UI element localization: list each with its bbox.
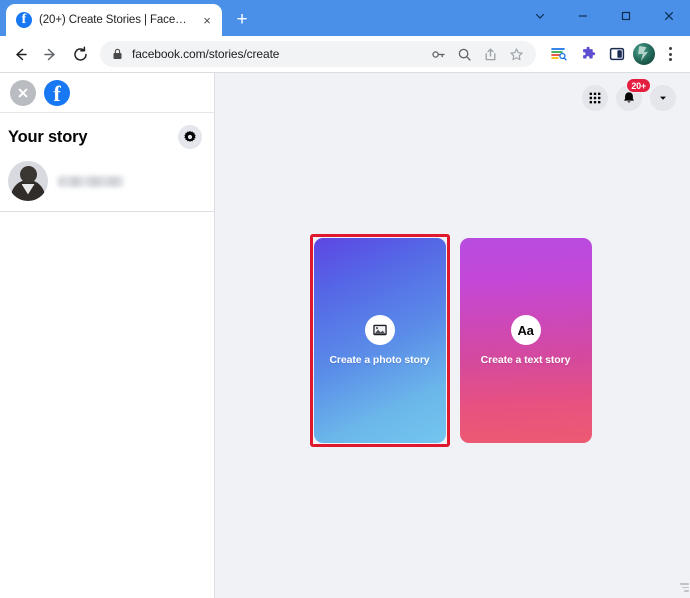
lock-icon[interactable] (110, 48, 124, 60)
title-bar: (20+) Create Stories | Facebook × + (0, 0, 690, 36)
omnibox-actions (426, 42, 528, 66)
window-maximize-icon[interactable] (604, 0, 647, 32)
account-dropdown-icon[interactable] (650, 85, 676, 111)
facebook-favicon-icon (16, 10, 32, 29)
window-controls (518, 0, 690, 32)
sidebar-top-bar (0, 73, 214, 113)
bookmark-star-icon[interactable] (504, 42, 528, 66)
address-bar[interactable]: facebook.com/stories/create (100, 41, 536, 67)
address-bar-url: facebook.com/stories/create (132, 47, 280, 61)
notifications-bell-icon[interactable]: 20+ (616, 78, 651, 111)
window-minimize-icon[interactable] (561, 0, 604, 32)
create-photo-story-card[interactable]: Create a photo story (309, 234, 450, 447)
page-viewport: Your story (0, 72, 690, 598)
avatar (8, 161, 48, 201)
create-text-story-card[interactable]: Aa Create a text story (459, 238, 592, 443)
window-close-icon[interactable] (647, 0, 690, 32)
photo-story-label: Create a photo story (329, 354, 430, 366)
reading-list-extension-icon[interactable] (546, 41, 572, 67)
story-user-row[interactable] (0, 155, 214, 211)
browser-tab[interactable]: (20+) Create Stories | Facebook × (6, 4, 222, 36)
facebook-logo-icon[interactable] (44, 79, 70, 109)
tab-close-icon[interactable]: × (198, 11, 216, 29)
user-name-redacted (58, 175, 124, 187)
chrome-menu-kebab-icon[interactable] (658, 41, 682, 67)
side-panel-icon[interactable] (604, 41, 630, 67)
stories-sidebar: Your story (0, 73, 215, 598)
photo-icon (364, 315, 395, 345)
reload-icon[interactable] (66, 40, 94, 68)
aa-text-icon: Aa (510, 315, 541, 345)
grid-menu-icon[interactable] (582, 85, 608, 111)
page-title: Your story (8, 127, 88, 146)
tab-title: (20+) Create Stories | Facebook (39, 14, 191, 26)
chrome-profile-avatar[interactable] (633, 43, 655, 65)
close-icon[interactable] (10, 79, 36, 106)
aa-glyph: Aa (517, 322, 534, 338)
tab-strip: (20+) Create Stories | Facebook × + (0, 0, 256, 36)
browser-window: (20+) Create Stories | Facebook × + (0, 0, 690, 598)
puzzle-extensions-icon[interactable] (575, 41, 601, 67)
password-key-icon[interactable] (426, 42, 450, 66)
share-icon[interactable] (478, 42, 502, 66)
back-arrow-icon[interactable] (6, 40, 34, 68)
text-story-label: Create a text story (480, 354, 571, 366)
zoom-search-icon[interactable] (452, 42, 476, 66)
new-tab-button[interactable]: + (228, 5, 256, 33)
gear-icon[interactable] (178, 125, 202, 149)
stories-main-content: 20+ Create a photo story Aa Create a tex… (215, 73, 690, 598)
resize-grip-icon[interactable] (680, 583, 689, 596)
your-story-header: Your story (0, 113, 214, 155)
sidebar-empty-area (0, 212, 214, 598)
forward-arrow-icon[interactable] (36, 40, 64, 68)
window-chevron-down-icon[interactable] (518, 0, 561, 32)
facebook-header-icons: 20+ (582, 78, 676, 111)
extension-icons (546, 41, 682, 67)
browser-toolbar: facebook.com/stories/create (0, 36, 690, 72)
notification-badge: 20+ (626, 78, 651, 93)
story-type-cards: Create a photo story Aa Create a text st… (309, 234, 592, 447)
